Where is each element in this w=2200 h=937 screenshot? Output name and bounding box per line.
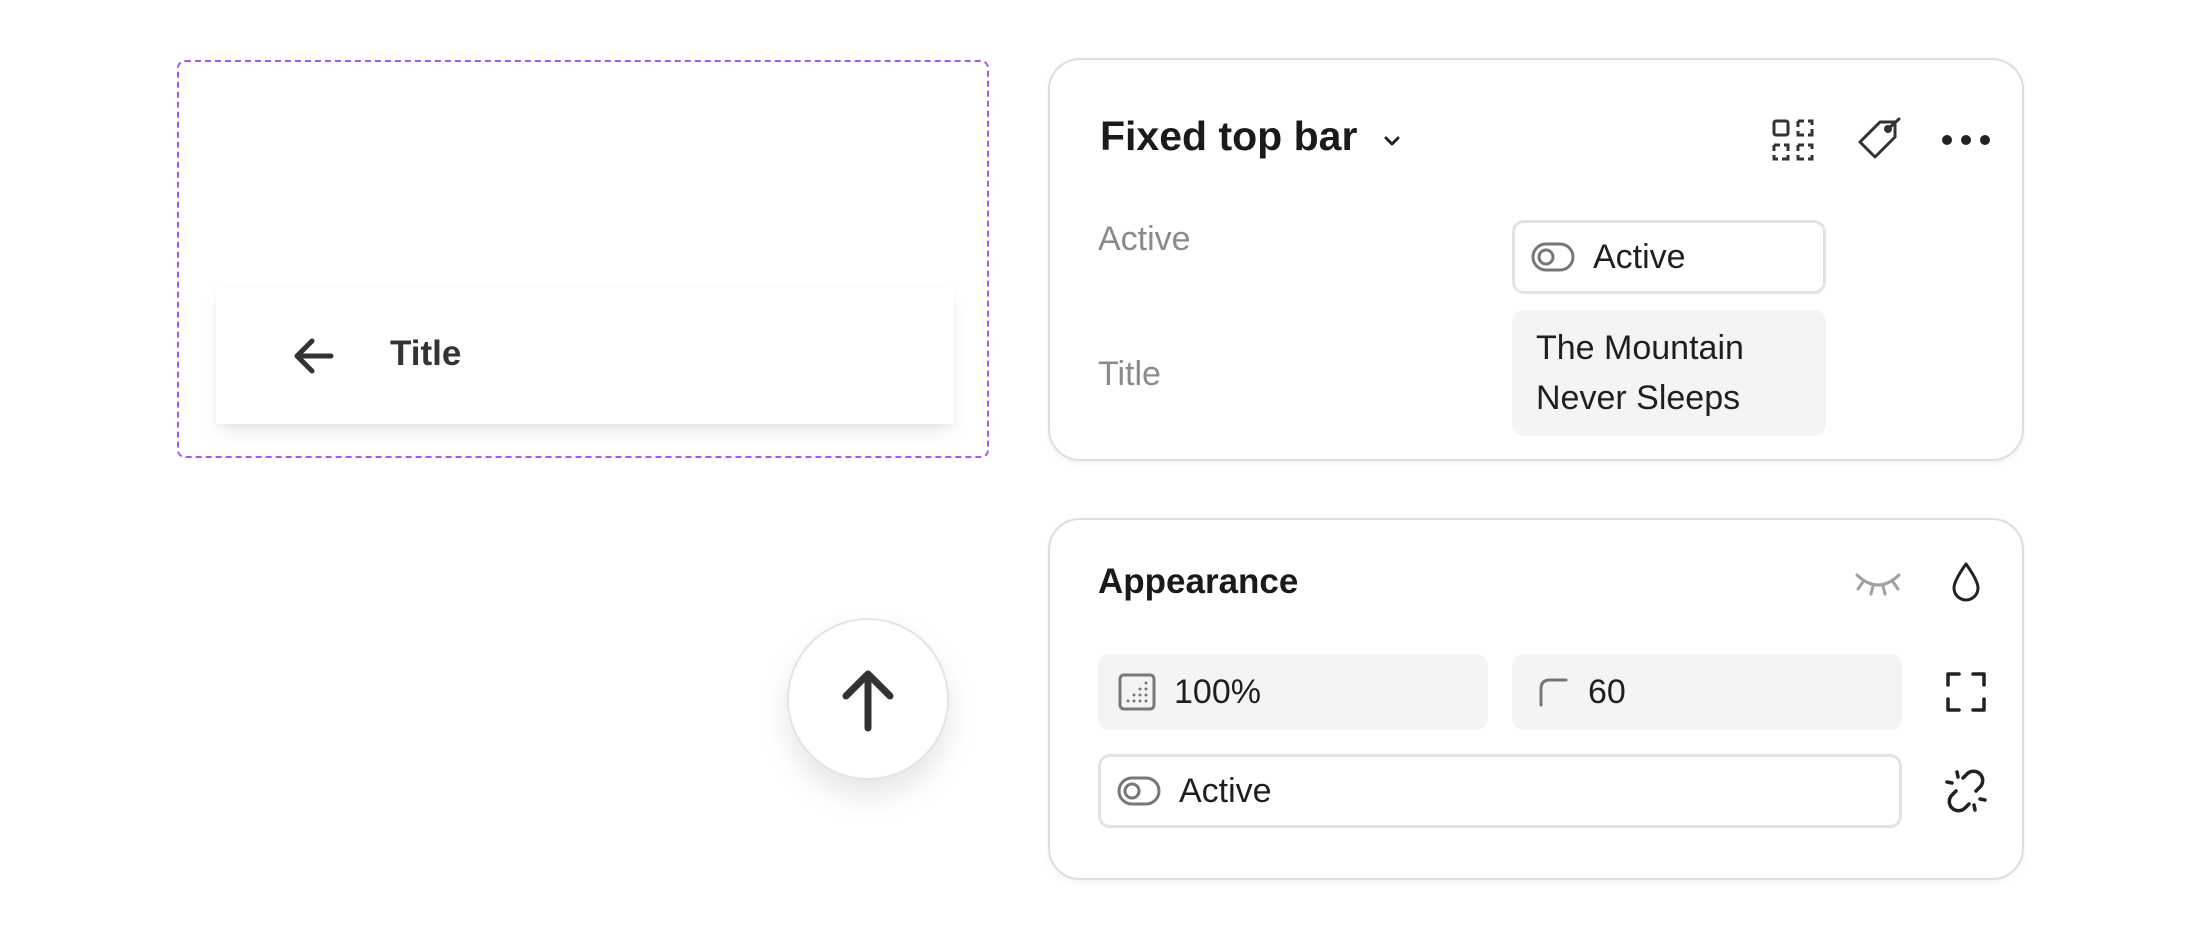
fixed-top-bar-preview[interactable]: Title [216, 288, 954, 424]
unlink-icon [1945, 769, 1987, 813]
opacity-field[interactable]: 100% [1098, 654, 1488, 730]
component-name[interactable]: Fixed top bar [1100, 113, 1357, 160]
toggle-icon [1117, 776, 1161, 806]
fill-style-button[interactable] [1938, 554, 1994, 610]
arrow-up-icon [842, 670, 894, 732]
visibility-toggle-field[interactable]: Active [1098, 754, 1902, 828]
more-icon [1942, 135, 1990, 145]
independent-corners-button[interactable] [1938, 664, 1994, 720]
active-toggle-value: Active [1593, 237, 1686, 276]
corner-radius-value: 60 [1588, 672, 1626, 711]
component-properties-panel: Fixed top bar Active Active Title The Mo… [1048, 58, 2024, 461]
scroll-to-top-button[interactable] [787, 618, 949, 780]
visibility-toggle-button[interactable] [1850, 556, 1906, 612]
chevron-down-icon[interactable] [1377, 126, 1407, 156]
active-property-label: Active [1098, 220, 1191, 258]
eye-closed-icon [1855, 573, 1901, 596]
expand-icon [1946, 672, 1986, 712]
title-text-value: The Mountain Never Sleeps [1536, 329, 1744, 417]
select-layer-icon [1772, 119, 1814, 161]
drop-icon [1952, 562, 1980, 602]
unlink-button[interactable] [1938, 763, 1994, 819]
active-toggle-field[interactable]: Active [1512, 220, 1826, 294]
title-property-label: Title [1098, 355, 1161, 393]
opacity-value: 100% [1174, 672, 1261, 711]
visibility-toggle-value: Active [1179, 771, 1272, 810]
arrow-left-icon[interactable] [289, 331, 339, 381]
corner-radius-field[interactable]: 60 [1512, 654, 1902, 730]
top-bar-title: Title [390, 334, 462, 373]
toggle-icon [1531, 242, 1575, 272]
corner-radius-icon [1539, 678, 1568, 707]
tag-button[interactable] [1851, 112, 1907, 168]
select-layer-button[interactable] [1765, 112, 1821, 168]
title-text-field[interactable]: The Mountain Never Sleeps [1512, 310, 1826, 436]
selection-frame[interactable]: Title [177, 60, 989, 458]
appearance-panel: Appearance 100% 60 Active [1048, 518, 2024, 880]
appearance-section-title: Appearance [1098, 562, 1299, 601]
more-options-button[interactable] [1938, 112, 1994, 168]
opacity-icon [1118, 673, 1156, 711]
tag-icon [1858, 117, 1901, 159]
